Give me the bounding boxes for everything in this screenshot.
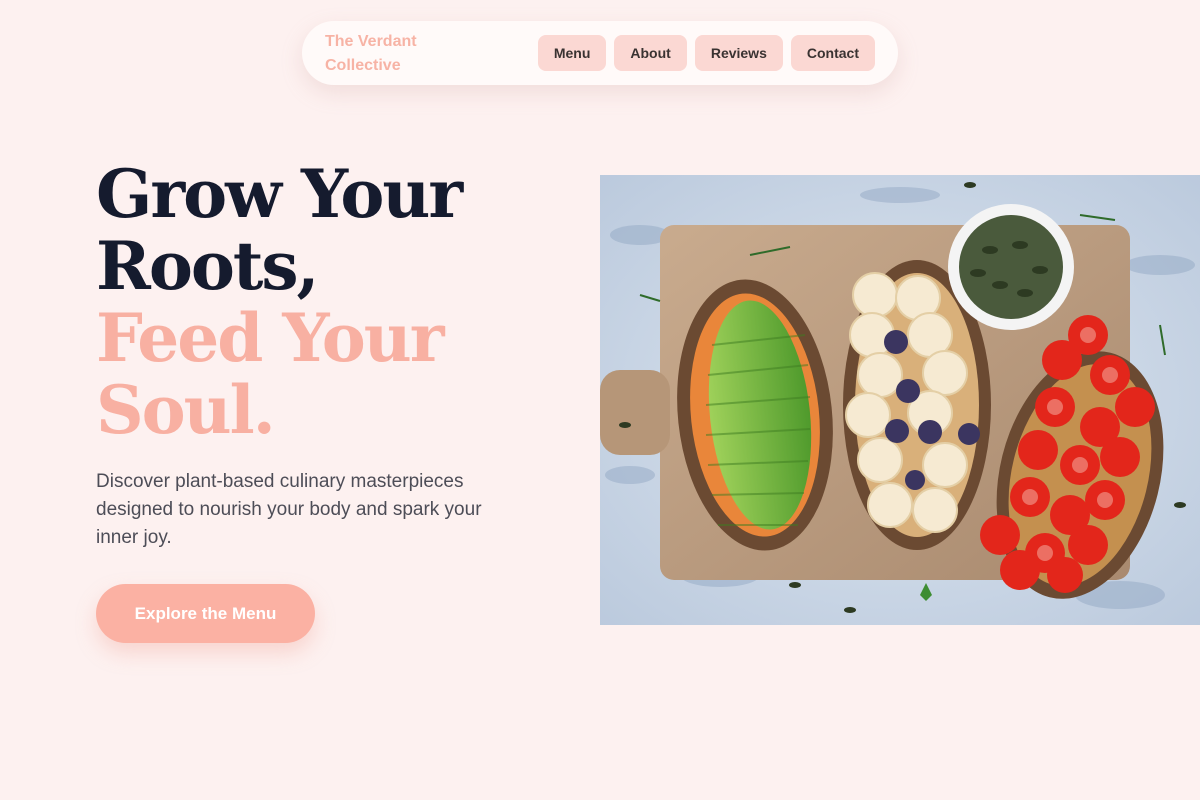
nav-bar: The Verdant Collective Menu About Review… xyxy=(302,21,898,85)
headline-line-2: Roots, xyxy=(96,227,320,305)
nav-item-contact[interactable]: Contact xyxy=(790,35,875,71)
toast-board-illustration xyxy=(600,175,1200,625)
nav-links: Menu About Reviews Contact xyxy=(537,35,875,71)
headline-line-1: Grow Your xyxy=(96,155,463,233)
nav-item-menu[interactable]: Menu xyxy=(537,35,607,71)
explore-menu-button[interactable]: Explore the Menu xyxy=(96,584,315,643)
hero-subtext: Discover plant-based culinary masterpiec… xyxy=(96,471,482,548)
hero-food-image xyxy=(600,175,1200,625)
headline-accent-line-2: Soul. xyxy=(96,371,276,449)
hero-headline: Grow Your Roots, Feed Your Soul. xyxy=(96,158,566,446)
headline-accent-line-1: Feed Your xyxy=(96,299,445,377)
nav-item-reviews[interactable]: Reviews xyxy=(694,35,783,71)
brand-logo-text[interactable]: The Verdant Collective xyxy=(325,30,465,78)
nav-item-about[interactable]: About xyxy=(614,35,687,71)
landing-page: The Verdant Collective Menu About Review… xyxy=(0,0,1200,800)
